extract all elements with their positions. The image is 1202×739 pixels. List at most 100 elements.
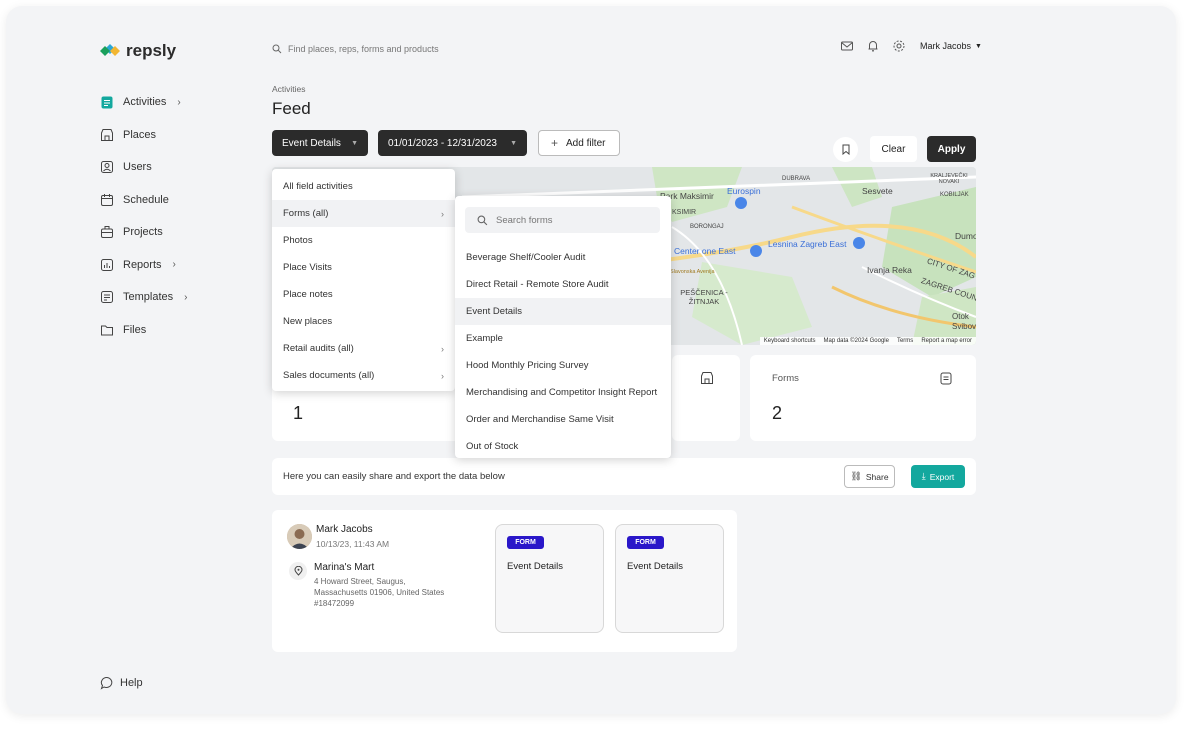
chevron-right-icon: ›: [172, 259, 176, 271]
sidebar-item-label: Users: [123, 161, 152, 174]
add-filter-button[interactable]: + Add filter: [538, 130, 620, 156]
breadcrumb[interactable]: Activities: [272, 84, 306, 94]
form-option-label: Example: [466, 333, 503, 344]
menu-item-all-activities[interactable]: All field activities: [272, 173, 455, 200]
store-icon: [701, 372, 713, 384]
menu-item-sales-documents[interactable]: Sales documents (all) ›: [272, 362, 455, 389]
map-label: Lesnina Zagreb East: [768, 239, 847, 249]
stat-value: 1: [293, 403, 304, 423]
sidebar-item-places[interactable]: Places: [100, 119, 240, 152]
menu-item-label: Sales documents (all): [283, 370, 375, 381]
form-badge: FORM: [507, 536, 544, 549]
chevron-right-icon: ›: [177, 96, 181, 108]
menu-item-place-notes[interactable]: Place notes: [272, 281, 455, 308]
sidebar-item-label: Projects: [123, 226, 163, 239]
sidebar-item-projects[interactable]: Projects: [100, 216, 240, 249]
address-text: 4 Howard Street, Saugus, Massachusetts 0…: [314, 577, 445, 597]
sidebar-item-users[interactable]: Users: [100, 151, 240, 184]
global-search[interactable]: Find places, reps, forms and products: [272, 44, 439, 54]
brand-logo[interactable]: repsly: [100, 41, 176, 61]
map-label: BORONGAJ: [690, 224, 724, 230]
sidebar-item-templates[interactable]: Templates ›: [100, 281, 240, 314]
form-option[interactable]: Direct Retail - Remote Store Audit: [455, 271, 671, 298]
form-badge: FORM: [627, 536, 664, 549]
help-link[interactable]: Help: [100, 676, 143, 690]
feed-user-name[interactable]: Mark Jacobs: [316, 524, 373, 535]
clipboard-icon: [101, 96, 113, 109]
avatar: [287, 524, 312, 549]
form-option-label: Merchandising and Competitor Insight Rep…: [466, 387, 658, 398]
form-option[interactable]: Hood Monthly Pricing Survey: [455, 352, 671, 379]
clear-button[interactable]: Clear: [870, 136, 917, 162]
sidebar-item-label: Schedule: [123, 193, 169, 206]
date-range-dropdown[interactable]: 01/01/2023 - 12/31/2023 ▼: [378, 130, 527, 156]
form-card[interactable]: FORM Event Details: [615, 524, 724, 633]
add-filter-label: Add filter: [566, 137, 606, 149]
share-bar: Here you can easily share and export the…: [272, 458, 976, 495]
form-option[interactable]: Beverage Shelf/Cooler Audit: [455, 244, 671, 271]
form-option[interactable]: Out of Stock: [455, 433, 671, 458]
stat-value: 2: [772, 403, 783, 423]
chart-icon: [101, 258, 113, 271]
menu-item-photos[interactable]: Photos: [272, 227, 455, 254]
form-card[interactable]: FORM Event Details: [495, 524, 604, 633]
sidebar-nav: Activities › Places Users Schedule Proje…: [100, 86, 240, 346]
mail-icon[interactable]: [840, 39, 854, 53]
forms-submenu: Search forms Beverage Shelf/Cooler Audit…: [455, 196, 671, 458]
app-frame: repsly Activities › Places Users Schedul…: [6, 6, 1176, 714]
user-name: Mark Jacobs: [920, 41, 972, 51]
user-menu[interactable]: Mark Jacobs ▼: [920, 41, 982, 51]
gear-icon[interactable]: [892, 39, 906, 53]
clipboard-icon: [940, 372, 952, 385]
repsly-logo-icon: [100, 44, 120, 56]
map-report-error-link[interactable]: Report a map error: [921, 338, 972, 344]
share-button[interactable]: ⛓ Share: [844, 465, 895, 488]
feed-item[interactable]: Mark Jacobs 10/13/23, 11:43 AM Marina's …: [272, 510, 737, 652]
menu-item-forms[interactable]: Forms (all) ›: [272, 200, 455, 227]
form-option-selected[interactable]: Event Details: [455, 298, 671, 325]
map-label: KOBILJAK: [940, 192, 969, 198]
caret-down-icon: ▼: [975, 42, 982, 50]
map-terms-link[interactable]: Terms: [897, 338, 913, 344]
map-keyboard-shortcuts[interactable]: Keyboard shortcuts: [764, 338, 816, 344]
form-option[interactable]: Order and Merchandise Same Visit: [455, 406, 671, 433]
bookmark-button[interactable]: [833, 137, 858, 162]
location-pin-icon: [289, 562, 307, 580]
feed-place-name[interactable]: Marina's Mart: [314, 562, 374, 573]
briefcase-icon: [101, 226, 113, 239]
menu-item-label: New places: [283, 316, 333, 327]
sidebar-item-activities[interactable]: Activities ›: [100, 86, 240, 119]
menu-item-retail-audits[interactable]: Retail audits (all) ›: [272, 335, 455, 362]
place-id: #18472099: [314, 599, 355, 608]
bell-icon[interactable]: [866, 39, 880, 53]
chat-bubble-icon: [100, 676, 113, 690]
menu-item-place-visits[interactable]: Place Visits: [272, 254, 455, 281]
stat-card-places[interactable]: [672, 355, 740, 441]
folder-icon: [101, 325, 113, 336]
activity-type-label: Event Details: [282, 137, 341, 149]
top-actions: Mark Jacobs ▼: [840, 39, 982, 53]
menu-item-new-places[interactable]: New places: [272, 308, 455, 335]
user-icon: [101, 161, 113, 174]
apply-button[interactable]: Apply: [927, 136, 976, 162]
menu-item-label: Retail audits (all): [283, 343, 354, 354]
stat-card-forms[interactable]: Forms 2: [750, 355, 976, 441]
search-icon: [477, 215, 488, 225]
sidebar-item-reports[interactable]: Reports ›: [100, 249, 240, 282]
search-forms-input[interactable]: Search forms: [465, 207, 660, 233]
map-label: Center one East: [674, 246, 736, 256]
brand-name: repsly: [126, 41, 177, 60]
sidebar-item-files[interactable]: Files: [100, 314, 240, 347]
export-button[interactable]: ⤓ Export: [911, 465, 965, 488]
sidebar-item-label: Files: [123, 323, 147, 336]
activity-type-dropdown[interactable]: Event Details ▼: [272, 130, 368, 156]
sidebar-item-schedule[interactable]: Schedule: [100, 184, 240, 217]
map-attribution: Keyboard shortcuts Map data ©2024 Google…: [759, 337, 976, 345]
form-option[interactable]: Merchandising and Competitor Insight Rep…: [455, 379, 671, 406]
sidebar-item-label: Templates: [123, 291, 174, 304]
bookmark-icon: [842, 144, 849, 155]
map-label: KSIMIR: [672, 209, 697, 216]
menu-item-label: Place notes: [283, 289, 333, 300]
map-label: Slavonska Avenija: [670, 269, 715, 275]
form-option[interactable]: Example: [455, 325, 671, 352]
